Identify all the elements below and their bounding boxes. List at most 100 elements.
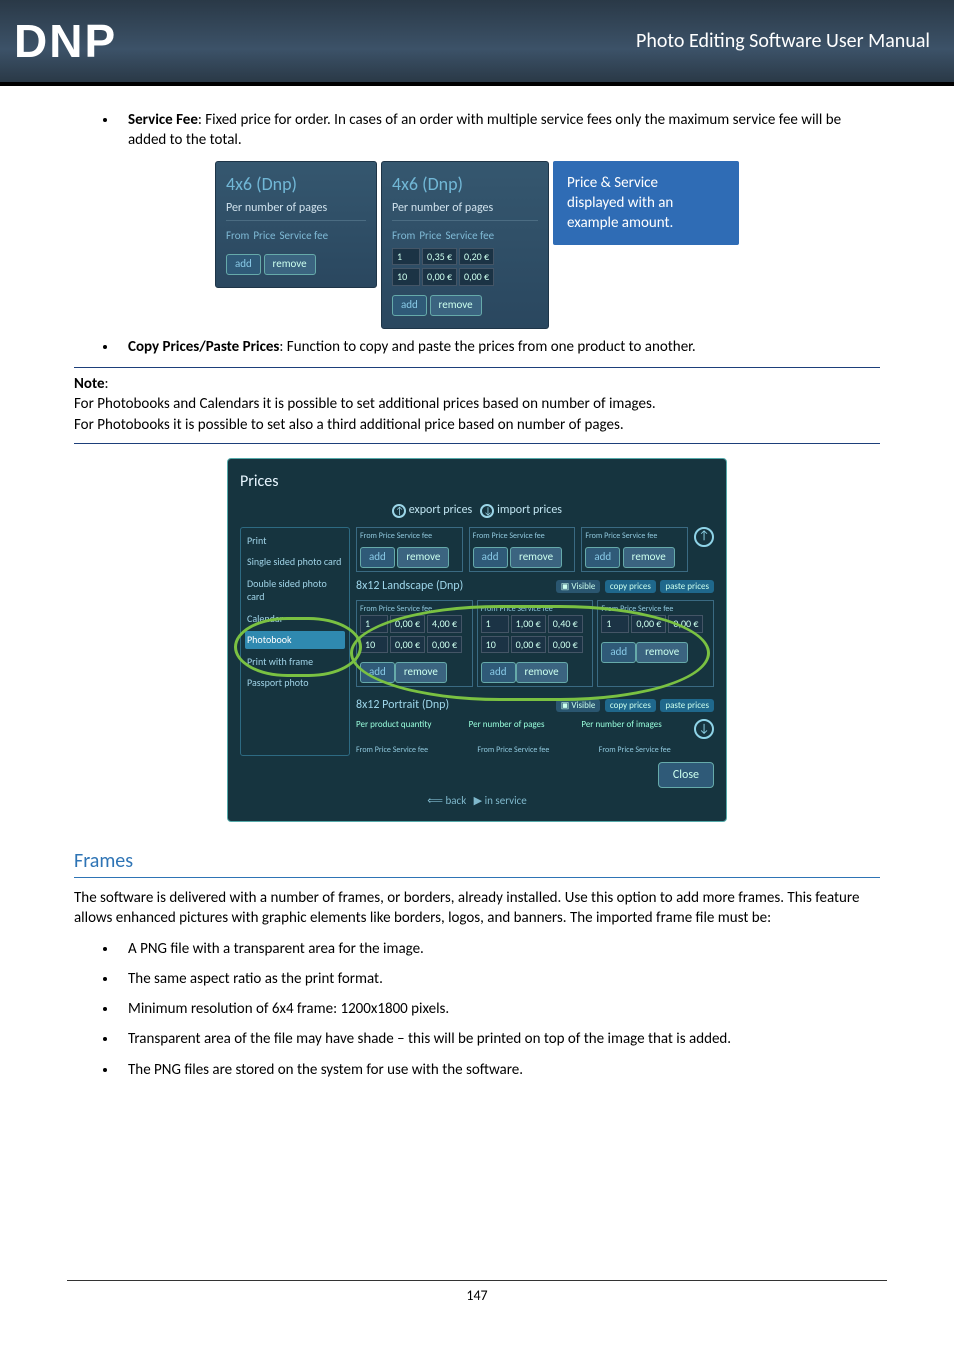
panel-subtitle: Per number of pages [392, 200, 538, 221]
c: 1 [601, 615, 629, 633]
price-panel-empty: 4x6 (Dnp) Per number of pages From Price… [215, 161, 377, 288]
copy-paste-label: Copy Prices/Paste Prices [128, 338, 279, 356]
h: Service fee [638, 604, 673, 614]
prices-dialog: Prices export prices import prices Print… [227, 458, 727, 822]
back-icon[interactable]: ⟸ [427, 794, 443, 807]
h: From [477, 745, 494, 755]
dialog-body: Print Single sided photo card Double sid… [240, 527, 714, 756]
price-block: From Price Service fee 11,00 €0,40 € 100… [477, 600, 594, 687]
remove-button[interactable]: remove [430, 295, 482, 316]
per-labels: Per product quantity Per number of pages… [356, 719, 714, 739]
play-icon[interactable]: ▶ [474, 794, 482, 807]
cell-from: 1 [392, 248, 420, 266]
c: 0,40 € [548, 615, 583, 633]
back-label[interactable]: back [446, 794, 467, 807]
h: Service fee [635, 745, 670, 755]
remove-button[interactable]: remove [516, 662, 568, 683]
page-footer: 147 [67, 1280, 887, 1306]
add-button[interactable]: add [226, 254, 261, 275]
visible-toggle[interactable]: ▣ Visible [556, 699, 601, 712]
price-panel-filled: 4x6 (Dnp) Per number of pages From Price… [381, 161, 549, 329]
note-label: Note [74, 375, 105, 393]
paste-prices-button[interactable]: paste prices [660, 580, 714, 593]
bullet-list-copy: Copy Prices/Paste Prices: Function to co… [74, 337, 880, 357]
h: From [360, 604, 377, 614]
h: Service fee [509, 531, 544, 541]
paste-prices-button[interactable]: paste prices [660, 699, 714, 712]
th-from: From [226, 229, 249, 244]
remove-button[interactable]: remove [636, 642, 688, 663]
product-sidebar: Print Single sided photo card Double sid… [240, 527, 350, 756]
sidebar-item-print[interactable]: Print [245, 532, 345, 550]
inservice-label[interactable]: in service [485, 794, 527, 807]
section-title: 8x12 Landscape (Dnp) [356, 578, 463, 594]
frames-bullet: The PNG files are stored on the system f… [118, 1060, 880, 1080]
add-button[interactable]: add [473, 547, 508, 568]
h: Service fee [397, 604, 432, 614]
note-line: For Photobooks it is possible to set als… [74, 416, 624, 434]
export-icon[interactable] [392, 504, 406, 518]
price-block: From Price Service fee 10,00 €0,00 € add… [597, 600, 714, 687]
h: Price [491, 531, 507, 541]
sidebar-item-photobook[interactable]: Photobook [245, 631, 345, 649]
note-colon: : [105, 375, 109, 393]
divider [74, 367, 880, 368]
price-row: 1 0,35 € 0,20 € [392, 248, 538, 266]
dialog-main: From Price Service fee add remove From P… [356, 527, 714, 756]
h: Price [379, 531, 395, 541]
cell-service: 0,20 € [459, 248, 494, 266]
sidebar-item-single[interactable]: Single sided photo card [245, 553, 345, 571]
sidebar-item-double[interactable]: Double sided photo card [245, 575, 345, 606]
cell-service: 0,00 € [459, 268, 494, 286]
add-button[interactable]: add [585, 547, 620, 568]
h: Price [379, 604, 395, 614]
h: From [356, 745, 373, 755]
sidebar-item-passport[interactable]: Passport photo [245, 674, 345, 692]
remove-button[interactable]: remove [395, 662, 447, 683]
copy-prices-button[interactable]: copy prices [605, 580, 656, 593]
section-chips: ▣ Visible copy prices paste prices [556, 698, 714, 713]
remove-button[interactable]: remove [623, 547, 675, 568]
panel-title: 4x6 (Dnp) [226, 172, 366, 196]
import-icon[interactable] [480, 504, 494, 518]
remove-button[interactable]: remove [510, 547, 562, 568]
h: From [585, 531, 602, 541]
h: Price [604, 531, 620, 541]
visible-label: Visible [571, 700, 595, 711]
import-label[interactable]: import prices [497, 503, 562, 517]
note-line: For Photobooks and Calendars it is possi… [74, 395, 656, 413]
scroll-down-icon[interactable]: ↓ [694, 719, 714, 739]
callout-line: example amount. [567, 213, 725, 233]
c: 10 [360, 636, 388, 654]
remove-button[interactable]: remove [264, 254, 316, 275]
cell-from: 10 [392, 268, 420, 286]
export-label[interactable]: export prices [409, 503, 473, 517]
bottom-hdr-row: From Price Service fee From Price Servic… [356, 745, 714, 756]
h: Price [620, 604, 636, 614]
add-button[interactable]: add [360, 662, 395, 683]
prices-dialog-wrap: Prices export prices import prices Print… [74, 458, 880, 822]
h: From [481, 604, 498, 614]
h: Price [499, 604, 515, 614]
visible-toggle[interactable]: ▣ Visible [556, 580, 601, 593]
scroll-up-icon[interactable]: ↑ [694, 527, 714, 547]
doc-title: Photo Editing Software User Manual [636, 28, 930, 55]
per-quantity: Per product quantity [356, 719, 463, 739]
divider [74, 443, 880, 444]
frames-paragraph: The software is delivered with a number … [74, 888, 880, 929]
mini-block: From Price Service fee add remove [581, 527, 688, 573]
copy-prices-button[interactable]: copy prices [605, 699, 656, 712]
add-button[interactable]: add [360, 547, 395, 568]
add-button[interactable]: add [392, 295, 427, 316]
sidebar-item-calendar[interactable]: Calendar [245, 610, 345, 628]
add-button[interactable]: add [481, 662, 516, 683]
figure-price-panels: 4x6 (Dnp) Per number of pages From Price… [74, 161, 880, 329]
sidebar-item-frame[interactable]: Print with frame [245, 653, 345, 671]
close-button[interactable]: Close [658, 762, 714, 788]
remove-button[interactable]: remove [397, 547, 449, 568]
th-service: Service fee [279, 229, 328, 244]
frames-bullets: A PNG file with a transparent area for t… [74, 939, 880, 1080]
c: 0,00 € [390, 636, 425, 654]
cell-price: 0,35 € [422, 248, 457, 266]
add-button[interactable]: add [601, 642, 636, 663]
